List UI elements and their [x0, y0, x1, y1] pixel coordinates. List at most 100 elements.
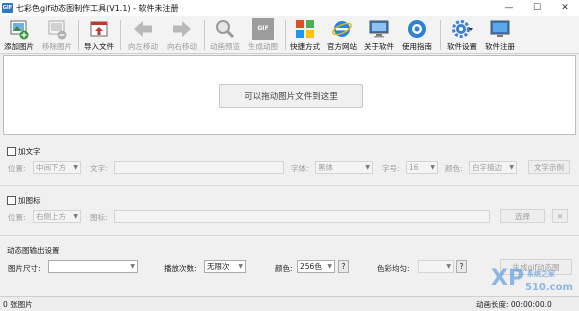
icon-path-input[interactable]	[114, 210, 490, 223]
text-color-label: 颜色:	[445, 164, 463, 173]
text-content-input[interactable]	[114, 161, 284, 174]
text-color-select[interactable]: 白字描边 ▼	[469, 161, 517, 174]
site-watermark: XP 系统之家 510.com	[491, 266, 573, 298]
remove-image-label: 移除图片	[42, 42, 72, 51]
monitor-register-icon	[490, 20, 510, 37]
add-icon-toggle[interactable]: 加图标	[7, 195, 41, 206]
image-drop-area[interactable]: 可以拖动图片文件到这里	[3, 55, 576, 135]
gif-file-icon: GIF	[252, 18, 274, 40]
import-file-icon	[90, 21, 108, 37]
register-label: 软件注册	[485, 42, 515, 51]
generate-gif-label: 生成动图	[248, 42, 278, 51]
text-position-label: 位置:	[8, 164, 26, 173]
gif-file-icon-text: GIF	[257, 25, 269, 32]
text-sample-button[interactable]: 文字示例	[528, 160, 570, 174]
remove-image-button[interactable]: 移除图片	[40, 16, 74, 54]
loop-count-label: 播放次数:	[164, 264, 197, 273]
color-depth-help-button[interactable]: ?	[338, 260, 349, 273]
color-depth-select[interactable]: 256色 ▼	[297, 260, 335, 273]
color-uniformity-label: 色彩均匀:	[377, 264, 410, 273]
about-label: 关于软件	[364, 42, 394, 51]
loop-count-value: 无限次	[207, 262, 230, 271]
add-text-label: 加文字	[18, 147, 41, 156]
preview-button[interactable]: 动画预览	[206, 16, 244, 54]
ie-browser-icon	[332, 21, 352, 37]
add-text-checkbox[interactable]	[7, 147, 16, 156]
window-controls: — ☐ ✕	[495, 0, 579, 16]
text-position-value: 中间下方	[36, 163, 66, 172]
color-depth-label: 颜色:	[275, 264, 293, 273]
chevron-down-icon: ▼	[365, 164, 370, 171]
register-button[interactable]: 软件注册	[481, 16, 519, 54]
chevron-down-icon: ▼	[73, 164, 78, 171]
image-size-select[interactable]: ▼	[48, 260, 138, 273]
title-bar: GIF 七彩色gif动态图制作工具(V1.1) - 软件未注册 — ☐ ✕	[0, 0, 579, 16]
image-size-label: 图片尺寸:	[8, 264, 41, 273]
text-position-select[interactable]: 中间下方 ▼	[33, 161, 81, 174]
app-icon: GIF	[2, 3, 13, 13]
color-depth-value: 256色	[300, 262, 322, 271]
chevron-down-icon: ▼	[446, 263, 451, 270]
minimize-button[interactable]: —	[495, 0, 523, 16]
settings-button[interactable]: 软件设置	[443, 16, 481, 54]
add-icon-label: 加图标	[18, 196, 41, 205]
toolbar: 添加图片 移除图片 导入文件 向左移动 向右移动 动画预览 GIF 生成动图 快…	[0, 16, 579, 54]
section-divider	[0, 185, 579, 186]
choose-icon-button[interactable]: 选择	[500, 209, 545, 223]
magnifier-icon	[216, 20, 235, 39]
watermark-brand: XP	[491, 266, 525, 291]
chevron-down-icon: ▼	[509, 164, 514, 171]
icon-path-label: 图标:	[90, 213, 108, 222]
shortcut-tiles-icon	[296, 20, 314, 38]
add-image-button[interactable]: 添加图片	[2, 16, 36, 54]
font-select[interactable]: 黑体 ▼	[315, 161, 373, 174]
add-image-label: 添加图片	[4, 42, 34, 51]
move-left-button[interactable]: 向左移动	[124, 16, 162, 54]
icon-position-value: 右侧上方	[36, 212, 66, 221]
loop-count-select[interactable]: 无限次 ▼	[204, 260, 246, 273]
font-value: 黑体	[318, 163, 333, 172]
output-settings-heading: 动态图输出设置	[7, 246, 60, 255]
monitor-about-icon	[369, 20, 389, 38]
image-count-status: 0 张图片	[3, 300, 33, 309]
guide-button[interactable]: 使用指南	[398, 16, 436, 54]
text-color-value: 白字描边	[472, 163, 502, 172]
font-label: 字体:	[291, 164, 309, 173]
shortcut-label: 快捷方式	[290, 42, 320, 51]
arrow-right-icon	[173, 21, 191, 37]
move-right-label: 向右移动	[167, 42, 197, 51]
color-uniformity-select[interactable]: ▼	[418, 260, 454, 273]
move-right-button[interactable]: 向右移动	[163, 16, 201, 54]
generate-gif-button[interactable]: GIF 生成动图	[244, 16, 282, 54]
chevron-down-icon: ▼	[327, 263, 332, 270]
import-file-button[interactable]: 导入文件	[82, 16, 116, 54]
chevron-down-icon: ▼	[430, 164, 435, 171]
font-size-label: 字号:	[382, 164, 400, 173]
arrow-left-icon	[134, 21, 152, 37]
toolbar-separator	[78, 20, 79, 50]
chevron-down-icon: ▼	[238, 263, 243, 270]
add-text-toggle[interactable]: 加文字	[7, 146, 41, 157]
font-size-select[interactable]: 16 ▼	[406, 161, 438, 174]
gear-icon	[452, 20, 473, 38]
close-button[interactable]: ✕	[551, 0, 579, 16]
watermark-site: 510.com	[525, 282, 573, 293]
toolbar-separator	[440, 20, 441, 50]
drop-hint-button[interactable]: 可以拖动图片文件到这里	[219, 84, 363, 108]
website-label: 官方网站	[327, 42, 357, 51]
toolbar-separator	[120, 20, 121, 50]
guide-label: 使用指南	[402, 42, 432, 51]
preview-label: 动画预览	[210, 42, 240, 51]
add-icon-checkbox[interactable]	[7, 196, 16, 205]
animation-duration-status: 动画长度: 00:00:00.0	[476, 300, 552, 309]
text-content-label: 文字:	[90, 164, 108, 173]
about-button[interactable]: 关于软件	[361, 16, 397, 54]
website-button[interactable]: 官方网站	[324, 16, 360, 54]
icon-position-select[interactable]: 右侧上方 ▼	[33, 210, 81, 223]
remove-icon-button[interactable]: ✕	[552, 209, 568, 223]
move-left-label: 向左移动	[128, 42, 158, 51]
maximize-button[interactable]: ☐	[523, 0, 551, 16]
color-uniformity-help-button[interactable]: ?	[456, 260, 467, 273]
shortcut-button[interactable]: 快捷方式	[287, 16, 323, 54]
chevron-down-icon: ▼	[73, 213, 78, 220]
